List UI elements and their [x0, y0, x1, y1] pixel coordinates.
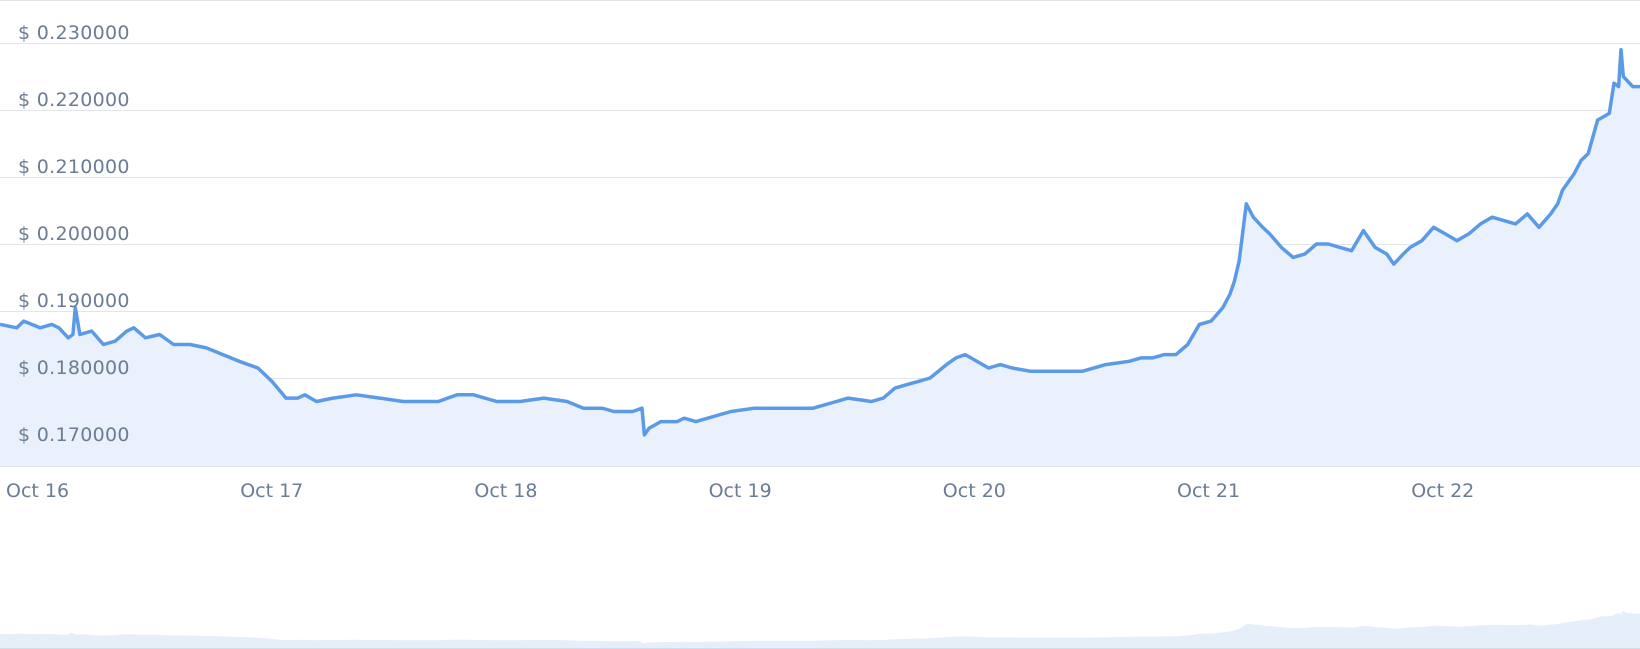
x-tick-label: Oct 19 — [709, 480, 772, 502]
y-tick-label: $ 0.220000 — [18, 89, 130, 111]
y-tick-label: $ 0.190000 — [18, 290, 130, 312]
x-tick-label: Oct 17 — [240, 480, 303, 502]
navigator[interactable] — [0, 610, 1640, 649]
x-tick-label: Oct 20 — [943, 480, 1006, 502]
x-axis-labels: Oct 16 Oct 17 Oct 18 Oct 19 Oct 20 Oct 21 Oct … — [6, 480, 1474, 502]
y-tick-label: $ 0.180000 — [18, 357, 130, 379]
navigator-area — [0, 610, 1640, 648]
y-tick-label: $ 0.210000 — [18, 156, 130, 178]
x-tick-label: Oct 18 — [474, 480, 537, 502]
y-tick-label: $ 0.170000 — [18, 424, 130, 446]
x-tick-label: Oct 22 — [1411, 480, 1474, 502]
price-chart[interactable]: $ 0.170000 $ 0.180000 $ 0.190000 $ 0.200000… — [0, 0, 1640, 649]
y-tick-label: $ 0.230000 — [18, 22, 130, 44]
price-area — [0, 49, 1640, 466]
y-tick-label: $ 0.200000 — [18, 223, 130, 245]
x-tick-label: Oct 16 — [6, 480, 69, 502]
x-tick-label: Oct 21 — [1177, 480, 1240, 502]
